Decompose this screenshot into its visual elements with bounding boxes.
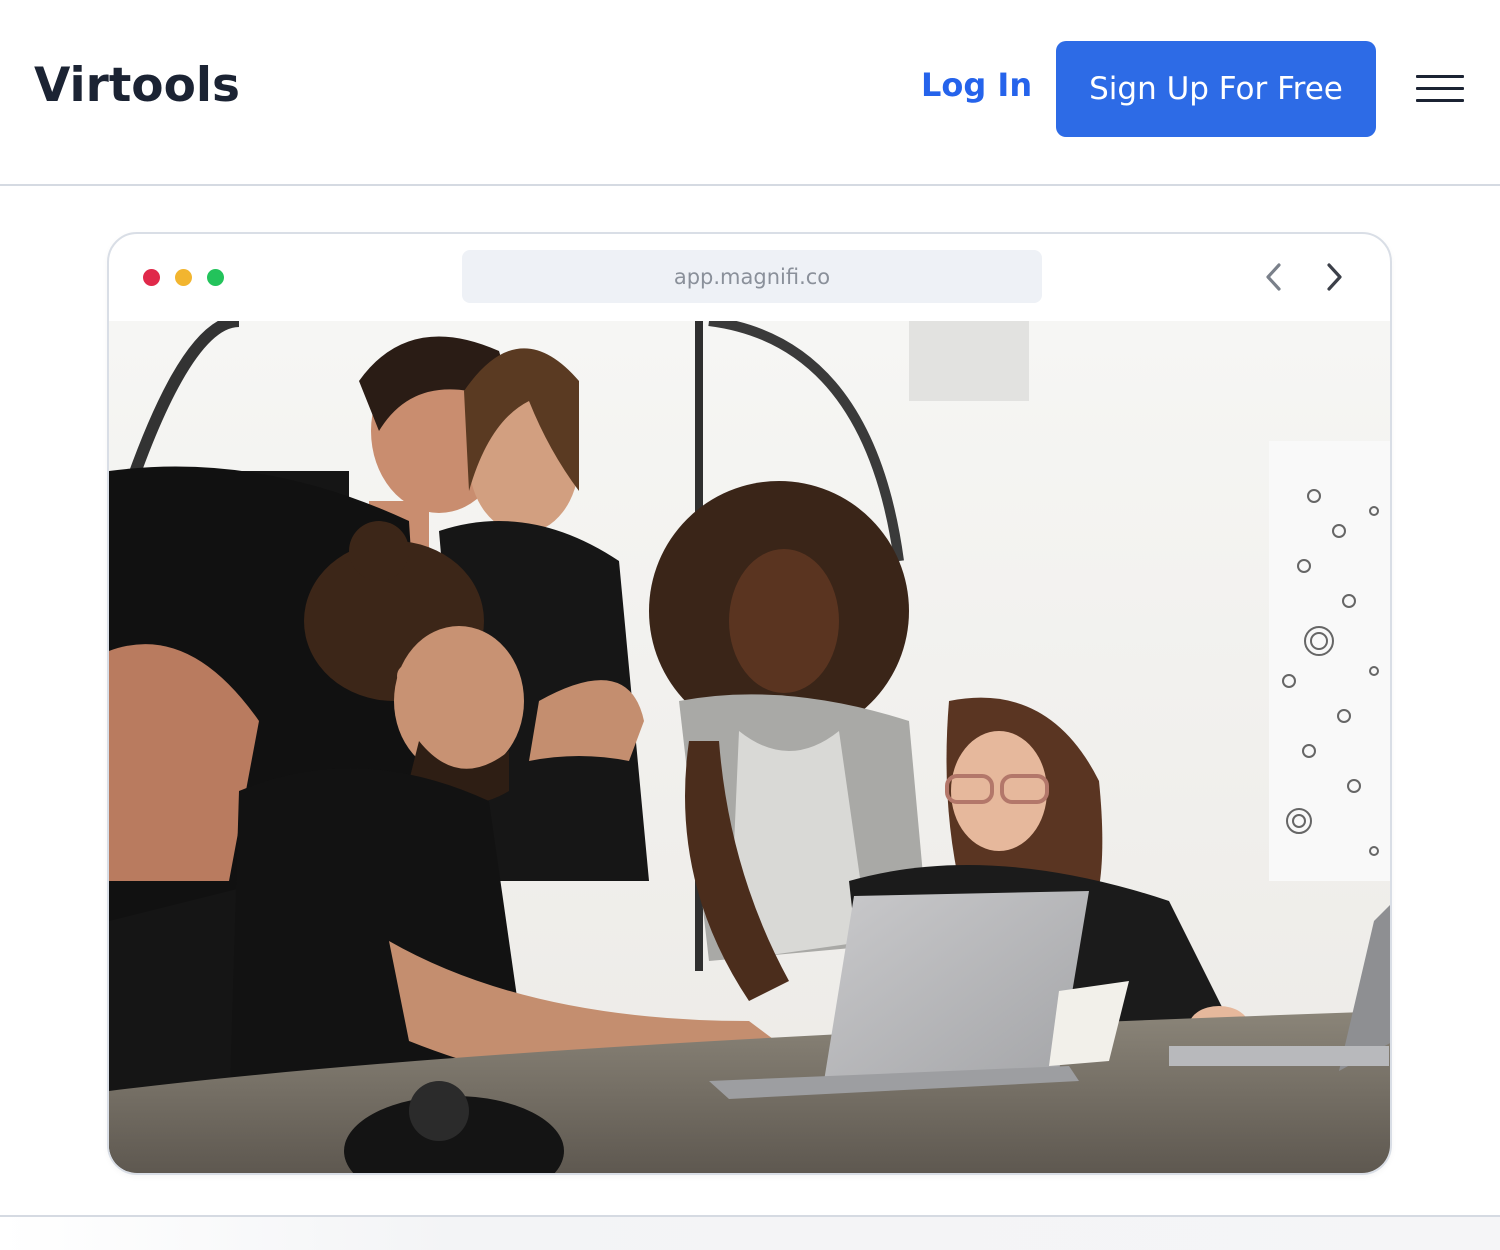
chevron-right-icon[interactable]	[1319, 260, 1349, 294]
minimize-dot	[175, 269, 192, 286]
hero-photo	[109, 321, 1390, 1173]
chevron-left-icon[interactable]	[1259, 260, 1289, 294]
site-header: Virtools Log In Sign Up For Free	[0, 0, 1500, 186]
browser-mockup: app.magnifi.co	[107, 232, 1392, 1175]
brand-logo[interactable]: Virtools	[34, 58, 240, 113]
address-bar[interactable]: app.magnifi.co	[462, 250, 1042, 303]
menu-line	[1416, 87, 1464, 90]
maximize-dot	[207, 269, 224, 286]
next-section-edge	[0, 1217, 1500, 1250]
login-link[interactable]: Log In	[921, 66, 1032, 104]
url-text: app.magnifi.co	[673, 264, 831, 289]
browser-toolbar: app.magnifi.co	[109, 234, 1390, 321]
signup-button[interactable]: Sign Up For Free	[1056, 41, 1376, 137]
close-dot	[143, 269, 160, 286]
menu-line	[1416, 99, 1464, 102]
menu-line	[1416, 75, 1464, 78]
hamburger-menu-icon[interactable]	[1412, 70, 1468, 108]
